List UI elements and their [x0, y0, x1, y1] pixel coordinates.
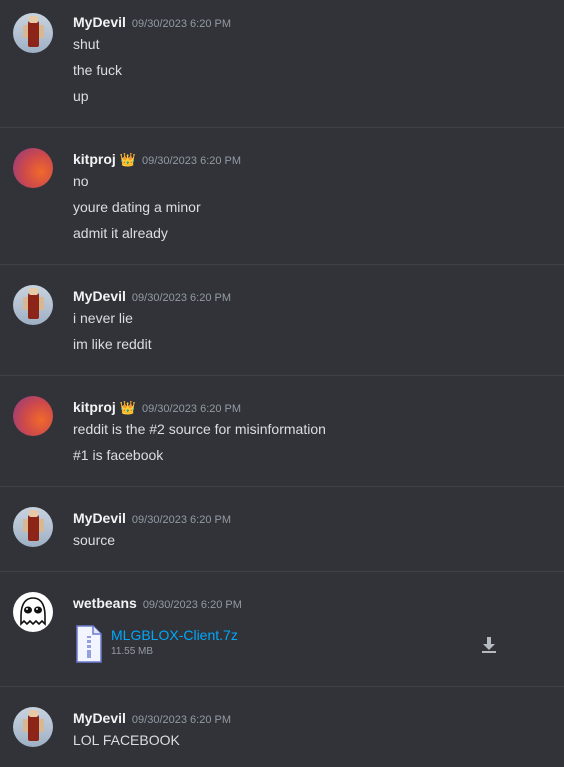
attachment-link[interactable]: MLGBLOX-Client.7z [111, 626, 238, 644]
username[interactable]: kitproj [73, 151, 116, 167]
avatar[interactable] [13, 13, 53, 53]
username[interactable]: wetbeans [73, 595, 137, 611]
message-divider [0, 264, 564, 265]
message-text: up [73, 88, 89, 104]
message-divider [0, 686, 564, 687]
avatar[interactable] [13, 507, 53, 547]
timestamp: 09/30/2023 6:20 PM [131, 714, 231, 726]
message-header: MyDevil 09/30/2023 6:20 PM [73, 286, 231, 306]
timestamp: 09/30/2023 6:20 PM [142, 599, 242, 611]
username[interactable]: MyDevil [73, 710, 126, 726]
message-text: #1 is facebook [73, 447, 164, 463]
message-text: shut [73, 36, 100, 52]
message-text: youre dating a minor [73, 199, 201, 215]
username[interactable]: MyDevil [73, 14, 126, 30]
avatar[interactable] [13, 592, 53, 632]
avatar[interactable] [13, 396, 53, 436]
timestamp: 09/30/2023 6:20 PM [131, 514, 231, 526]
message-text: LOL FACEBOOK [73, 732, 180, 748]
crown-icon: 👑 [119, 400, 136, 415]
username[interactable]: MyDevil [73, 510, 126, 526]
avatar[interactable] [13, 707, 53, 747]
message-divider [0, 127, 564, 128]
message-header: MyDevil 09/30/2023 6:20 PM [73, 508, 231, 528]
chat-messages: MyDevil 09/30/2023 6:20 PM shut the fuck … [0, 0, 564, 767]
message-header: kitproj 👑 09/30/2023 6:20 PM [73, 397, 241, 417]
message-text: source [73, 532, 116, 548]
message-text: reddit is the #2 source for misinformati… [73, 421, 326, 437]
message-divider [0, 571, 564, 572]
timestamp: 09/30/2023 6:20 PM [131, 292, 231, 304]
username[interactable]: kitproj [73, 399, 116, 415]
message-text: the fuck [73, 62, 123, 78]
message-divider [0, 375, 564, 376]
attachment-size: 11.55 MB [111, 646, 154, 657]
username[interactable]: MyDevil [73, 288, 126, 304]
message-text: im like reddit [73, 336, 152, 352]
avatar[interactable] [13, 285, 53, 325]
message-header: MyDevil 09/30/2023 6:20 PM [73, 708, 231, 728]
avatar[interactable] [13, 148, 53, 188]
message-header: MyDevil 09/30/2023 6:20 PM [73, 12, 231, 32]
ghost-icon [20, 597, 46, 626]
timestamp: 09/30/2023 6:20 PM [141, 403, 242, 415]
message-text: no [73, 173, 89, 189]
message-text: i never lie [73, 310, 133, 326]
message-text: admit it already [73, 225, 168, 241]
download-icon[interactable] [479, 635, 499, 655]
message-header: wetbeans 09/30/2023 6:20 PM [73, 593, 242, 613]
message-divider [0, 486, 564, 487]
timestamp: 09/30/2023 6:20 PM [141, 155, 242, 167]
archive-file-icon [76, 625, 102, 663]
timestamp: 09/30/2023 6:20 PM [131, 18, 231, 30]
message-header: kitproj 👑 09/30/2023 6:20 PM [73, 149, 241, 169]
crown-icon: 👑 [119, 152, 136, 167]
